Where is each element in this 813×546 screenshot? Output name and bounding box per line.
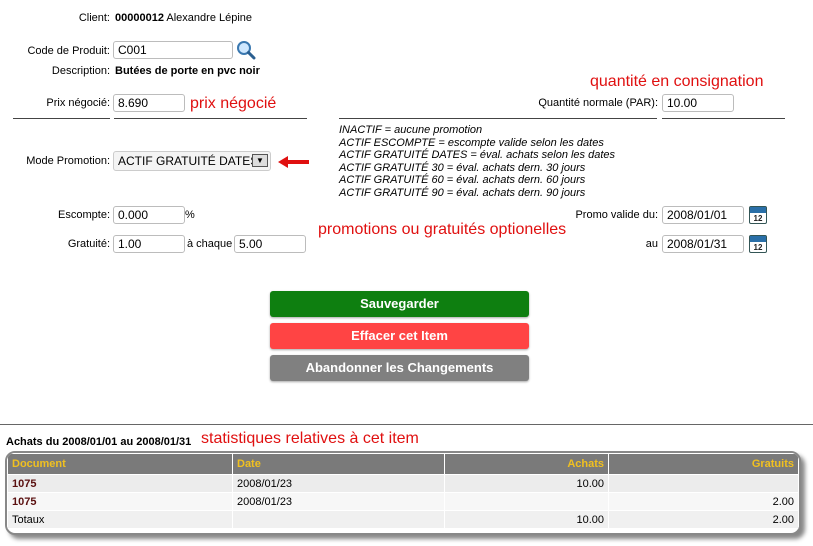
valid-to-input[interactable]: [662, 235, 744, 253]
price-annotation: prix négocié: [190, 95, 277, 112]
totals-label: Totaux: [7, 510, 233, 529]
price-label: Prix négocié:: [46, 97, 110, 109]
calendar-icon[interactable]: 12: [749, 206, 767, 224]
client-number: 00000012: [115, 12, 164, 24]
price-input[interactable]: [113, 94, 185, 112]
calendar-icon[interactable]: 12: [749, 235, 767, 253]
cell-empty: [232, 510, 445, 529]
product-code-label: Code de Produit:: [27, 45, 110, 57]
promotions-annotation: promotions ou gratuités optionelles: [318, 221, 567, 238]
gratuite-input[interactable]: [113, 235, 185, 253]
legend-line: ACTIF GRATUITÉ 30 = éval. achats dern. 3…: [339, 161, 586, 174]
description-label: Description:: [51, 65, 110, 77]
table-row: 1075 2008/01/23 2.00: [7, 492, 799, 511]
column-header-document: Document: [7, 453, 233, 475]
stats-table: Document Date Achats Gratuits 1075 2008/…: [7, 453, 799, 529]
legend-line: ACTIF GRATUITÉ 90 = éval. achats dern. 9…: [339, 186, 586, 199]
document-link[interactable]: 1075: [7, 474, 233, 493]
product-description: Butées de porte en pvc noir: [115, 65, 260, 77]
total-achats: 10.00: [444, 510, 609, 529]
separator-line: [13, 118, 110, 119]
document-link[interactable]: 1075: [7, 492, 233, 511]
magnifier-icon[interactable]: [236, 40, 256, 60]
escompte-label: Escompte:: [58, 209, 110, 221]
consignation-annotation: quantité en consignation: [590, 73, 764, 90]
save-button[interactable]: Sauvegarder: [270, 291, 529, 317]
section-divider: [0, 424, 813, 425]
escompte-input[interactable]: [113, 206, 185, 224]
separator-line: [114, 118, 307, 119]
legend-line: ACTIF ESCOMPTE = escompte valide selon l…: [339, 136, 604, 149]
cell-gratuits: [608, 474, 799, 493]
chaque-label: à chaque: [187, 238, 233, 250]
gratuite-label: Gratuité:: [67, 238, 110, 250]
delete-item-button[interactable]: Effacer cet Item: [270, 323, 529, 349]
promo-mode-value: ACTIF GRATUITÉ DATES: [118, 154, 259, 168]
separator-line: [662, 118, 785, 119]
promo-mode-label: Mode Promotion:: [26, 155, 110, 167]
column-header-date: Date: [232, 453, 445, 475]
cell-gratuits: 2.00: [608, 492, 799, 511]
total-gratuits: 2.00: [608, 510, 799, 529]
par-quantity-label: Quantité normale (PAR):: [538, 97, 658, 109]
cell-date: 2008/01/23: [232, 492, 445, 511]
stats-title: Achats du 2008/01/01 au 2008/01/31: [6, 436, 192, 448]
product-code-input[interactable]: [113, 41, 233, 59]
chevron-down-icon[interactable]: ▼: [252, 154, 268, 167]
totals-row: Totaux 10.00 2.00: [7, 510, 799, 529]
legend-line: ACTIF GRATUITÉ 60 = éval. achats dern. 6…: [339, 174, 586, 187]
client-info: 00000012 Alexandre Lépine: [115, 12, 252, 24]
red-arrow-left-icon: [278, 155, 310, 169]
cell-date: 2008/01/23: [232, 474, 445, 493]
separator-line: [339, 118, 657, 119]
cell-achats: [444, 492, 609, 511]
stats-annotation: statistiques relatives à cet item: [201, 430, 419, 447]
par-quantity-input[interactable]: [662, 94, 734, 112]
column-header-gratuits: Gratuits: [608, 453, 799, 475]
cell-achats: 10.00: [444, 474, 609, 493]
promo-legend: INACTIF = aucune promotion ACTIF ESCOMPT…: [339, 124, 615, 200]
column-header-achats: Achats: [444, 453, 609, 475]
valid-from-input[interactable]: [662, 206, 744, 224]
valid-from-label: Promo valide du:: [575, 209, 658, 221]
client-label: Client:: [78, 12, 110, 24]
abandon-changes-button[interactable]: Abandonner les Changements: [270, 355, 529, 381]
client-name: Alexandre Lépine: [166, 12, 253, 24]
legend-line: ACTIF GRATUITÉ DATES = éval. achats selo…: [339, 149, 616, 162]
percent-sign: %: [185, 209, 195, 221]
legend-line: INACTIF = aucune promotion: [339, 124, 483, 136]
table-row: 1075 2008/01/23 10.00: [7, 474, 799, 493]
chaque-input[interactable]: [234, 235, 306, 253]
stats-table-container: Document Date Achats Gratuits 1075 2008/…: [5, 451, 801, 535]
promo-mode-select[interactable]: ACTIF GRATUITÉ DATES ▼: [113, 151, 271, 171]
valid-to-label: au: [645, 238, 658, 250]
